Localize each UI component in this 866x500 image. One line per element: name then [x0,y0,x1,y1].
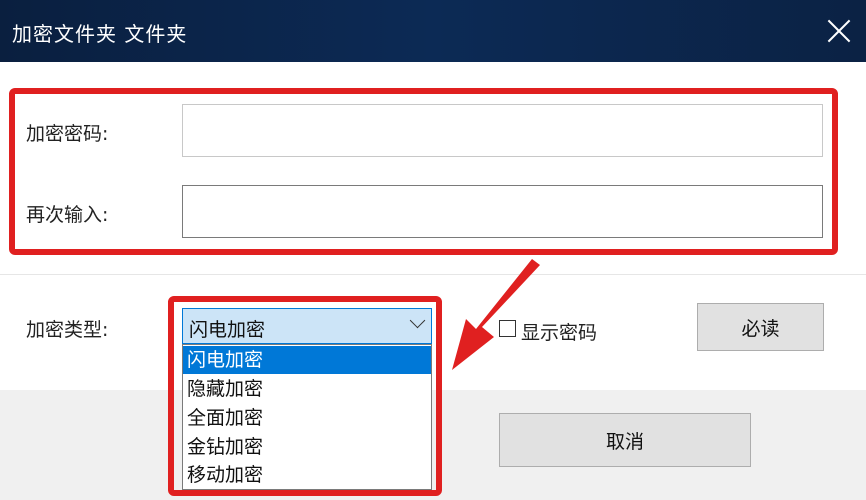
arrow-icon [452,259,540,370]
window-title: 加密文件夹 文件夹 [12,22,188,46]
must-read-button[interactable]: 必读 [697,303,824,351]
close-icon[interactable] [826,18,852,44]
cancel-button[interactable]: 取消 [499,413,751,467]
dropdown-highlight-box [168,296,442,496]
password-highlight-box [9,88,838,255]
title-bar: 加密文件夹 文件夹 [0,0,866,62]
encryption-type-label: 加密类型: [26,319,109,341]
